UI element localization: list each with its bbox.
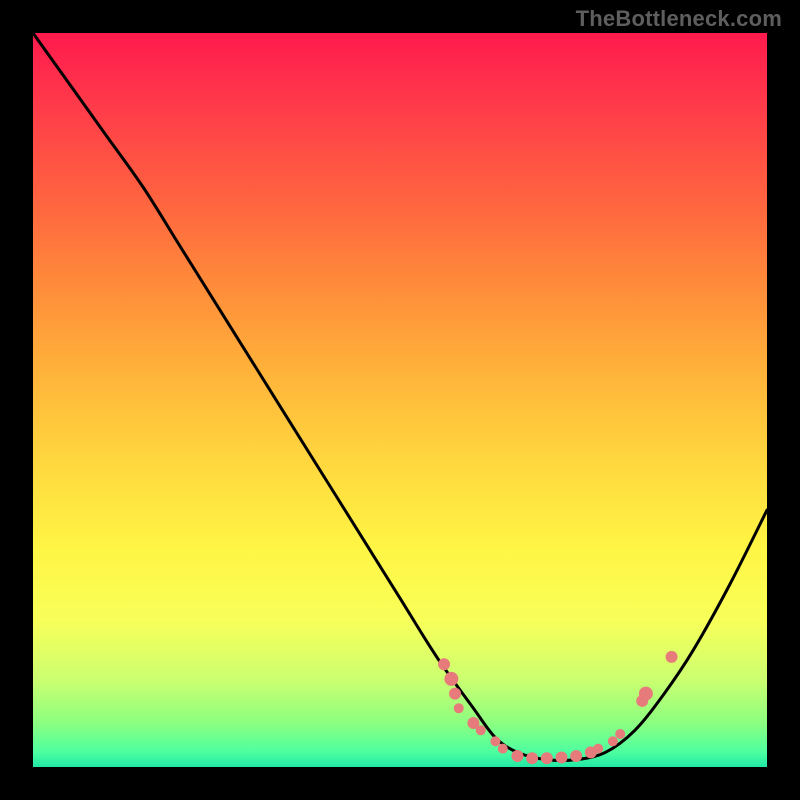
curve-marker xyxy=(666,651,678,663)
curve-marker xyxy=(608,736,618,746)
curve-marker xyxy=(449,688,461,700)
watermark-text: TheBottleneck.com xyxy=(576,6,782,32)
curve-marker xyxy=(476,725,486,735)
curve-marker xyxy=(593,744,603,754)
curve-marker xyxy=(490,736,500,746)
chart-frame: TheBottleneck.com xyxy=(0,0,800,800)
curve-marker xyxy=(511,750,523,762)
bottleneck-curve-svg xyxy=(33,33,767,767)
curve-marker xyxy=(526,752,538,764)
curve-marker xyxy=(498,744,508,754)
curve-marker xyxy=(454,703,464,713)
curve-marker xyxy=(615,729,625,739)
curve-marker xyxy=(444,672,458,686)
curve-marker xyxy=(570,750,582,762)
curve-marker xyxy=(639,687,653,701)
plot-area xyxy=(33,33,767,767)
curve-marker xyxy=(555,751,567,763)
curve-marker xyxy=(438,658,450,670)
bottleneck-curve-path xyxy=(33,33,767,761)
curve-marker xyxy=(541,752,553,764)
